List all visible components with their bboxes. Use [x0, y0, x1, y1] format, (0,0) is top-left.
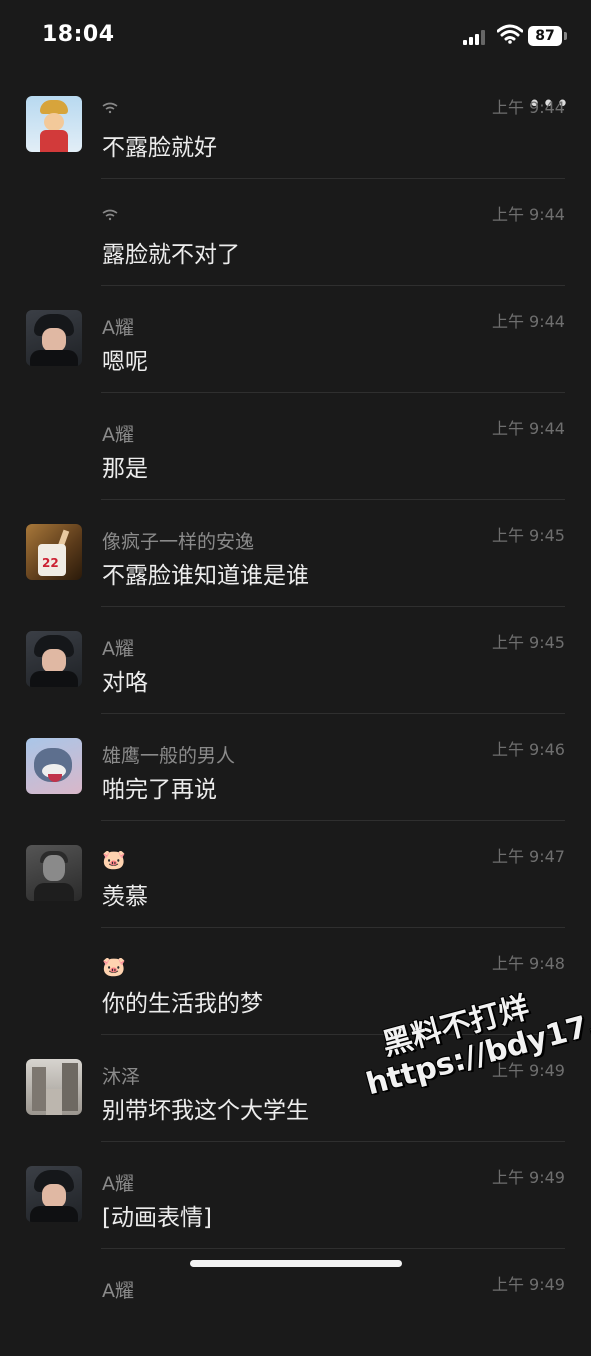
- message-row[interactable]: A耀 上午 9:44 嗯呢: [0, 286, 591, 393]
- message-row[interactable]: 上午 9:44 露脸就不对了: [0, 179, 591, 286]
- avatar[interactable]: [26, 1059, 82, 1115]
- message-text: 不露脸谁知道谁是谁: [102, 563, 309, 589]
- avatar[interactable]: [26, 1166, 82, 1222]
- sender-name: A耀: [102, 317, 134, 339]
- message-text: 啪完了再说: [102, 777, 217, 803]
- message-time: 上午 9:49: [491, 1275, 565, 1294]
- message-text: [动画表情]: [102, 1205, 212, 1231]
- sender-name: 雄鹰一般的男人: [102, 745, 236, 767]
- message-time: 上午 9:49: [491, 1168, 565, 1187]
- avatar[interactable]: [26, 96, 82, 152]
- message-time: 上午 9:48: [491, 954, 565, 973]
- home-indicator[interactable]: [190, 1260, 402, 1267]
- sender-name: 🐷: [102, 849, 126, 871]
- message-time: 上午 9:44: [491, 312, 565, 331]
- message-text: 露脸就不对了: [102, 242, 240, 268]
- message-time: 上午 9:44: [491, 98, 565, 117]
- avatar[interactable]: 22: [26, 524, 82, 580]
- message-row[interactable]: 22 像疯子一样的安逸 上午 9:45 不露脸谁知道谁是谁: [0, 500, 591, 607]
- message-row[interactable]: A耀 上午 9:49 [动画表情]: [0, 1142, 591, 1249]
- message-text: 羡慕: [102, 884, 148, 910]
- message-text: 别带坏我这个大学生: [102, 1098, 309, 1124]
- sender-name: A耀: [102, 1173, 134, 1195]
- message-row[interactable]: 🐷 上午 9:48 你的生活我的梦: [0, 928, 591, 1035]
- sender-name: A耀: [102, 1280, 134, 1302]
- message-row[interactable]: 🐷 上午 9:47 羡慕: [0, 821, 591, 928]
- message-row[interactable]: A耀 上午 9:44 那是: [0, 393, 591, 500]
- cellular-signal-icon: [463, 29, 489, 45]
- message-time: 上午 9:44: [491, 205, 565, 224]
- wifi-sender-icon: [102, 102, 118, 114]
- battery-indicator: 87: [528, 26, 562, 46]
- avatar[interactable]: [26, 845, 82, 901]
- message-time: 上午 9:45: [491, 633, 565, 652]
- sender-name: A耀: [102, 424, 134, 446]
- clock: 18:04: [42, 22, 115, 47]
- wifi-icon: [497, 24, 523, 44]
- message-row[interactable]: 雄鹰一般的男人 上午 9:46 啪完了再说: [0, 714, 591, 821]
- message-time: 上午 9:49: [491, 1061, 565, 1080]
- message-row[interactable]: 沐泽 上午 9:49 别带坏我这个大学生: [0, 1035, 591, 1142]
- message-time: 上午 9:44: [491, 419, 565, 438]
- avatar[interactable]: [26, 631, 82, 687]
- sender-name: 沐泽: [102, 1066, 141, 1088]
- wifi-sender-icon: [102, 209, 118, 221]
- message-row[interactable]: 上午 9:44 不露脸就好: [0, 72, 591, 179]
- battery-tip-icon: [564, 32, 567, 40]
- status-bar: 18:04 87: [0, 0, 591, 70]
- message-text: 对咯: [102, 670, 148, 696]
- message-row[interactable]: A耀 上午 9:45 对咯: [0, 607, 591, 714]
- message-text: 你的生活我的梦: [102, 991, 263, 1017]
- sender-name: 🐷: [102, 956, 126, 978]
- avatar[interactable]: [26, 738, 82, 794]
- message-text: 那是: [102, 456, 148, 482]
- message-time: 上午 9:47: [491, 847, 565, 866]
- message-text: 嗯呢: [102, 349, 148, 375]
- avatar[interactable]: [26, 310, 82, 366]
- sender-name: 像疯子一样的安逸: [102, 531, 255, 553]
- sender-name: A耀: [102, 638, 134, 660]
- message-list: 上午 9:44 不露脸就好 上午 9:44 露脸就不对了 A耀 上午 9:44 …: [0, 72, 591, 1356]
- message-text: 不露脸就好: [102, 135, 217, 161]
- message-time: 上午 9:45: [491, 526, 565, 545]
- message-time: 上午 9:46: [491, 740, 565, 759]
